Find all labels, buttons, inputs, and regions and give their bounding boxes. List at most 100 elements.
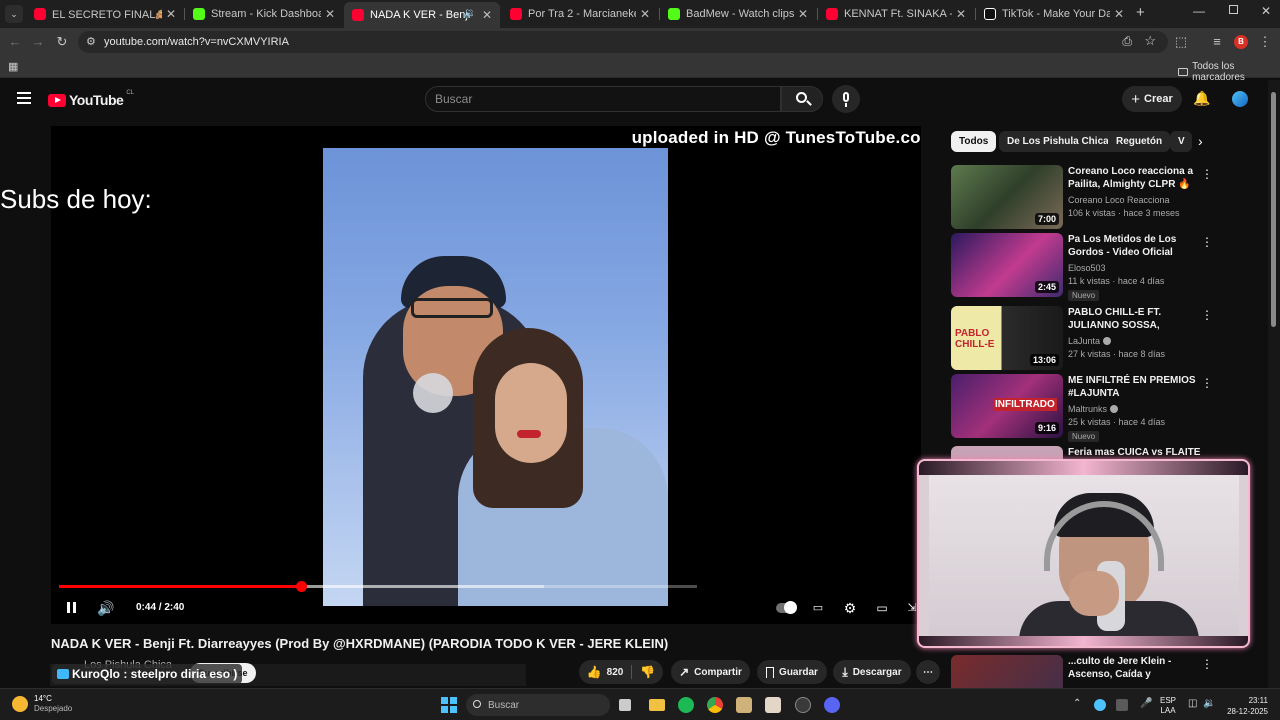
spotify-icon[interactable]: [678, 697, 694, 713]
video-player[interactable]: uploaded in HD @ TunesToTube.com 🔊 0:44 …: [51, 126, 921, 624]
task-view-icon[interactable]: [619, 699, 631, 711]
browser-tab[interactable]: KENNAT Ft. SINAKA - KE KE (Vi ✕: [818, 3, 974, 25]
recommendation-item[interactable]: PABLO CHILL-E 13:06 PABLO CHILL-E FT. JU…: [951, 306, 1213, 370]
site-info-icon[interactable]: ⚙: [86, 35, 96, 48]
video-thumbnail[interactable]: INFILTRADO 9:16: [951, 374, 1063, 438]
profile-avatar[interactable]: B: [1234, 35, 1248, 49]
tray-app-icon[interactable]: [1116, 699, 1128, 711]
more-actions-button[interactable]: ⋯: [916, 660, 940, 684]
scrollbar-thumb[interactable]: [1271, 92, 1276, 327]
browser-tab[interactable]: EL SECRETO FINAL🙈 Capítulo ✕: [26, 3, 184, 25]
settings-gear-icon[interactable]: ⚙: [841, 599, 859, 617]
recommendation-item[interactable]: Feria mas CUICA vs FLAITE CL: [951, 446, 1213, 460]
install-app-icon[interactable]: ⎙: [1122, 34, 1132, 49]
language-indicator[interactable]: ESP LAA: [1158, 696, 1178, 716]
autoplay-toggle[interactable]: [776, 601, 797, 614]
account-avatar[interactable]: [1232, 91, 1248, 107]
close-window-icon[interactable]: ✕: [1261, 4, 1271, 18]
page-scrollbar[interactable]: [1268, 80, 1280, 688]
recommendation-item[interactable]: 7:00 Coreano Loco reacciona a Pailita, A…: [951, 165, 1213, 229]
close-icon[interactable]: ✕: [482, 8, 492, 22]
app-icon[interactable]: [736, 697, 752, 713]
search-button[interactable]: [781, 86, 823, 112]
progress-bar[interactable]: [59, 581, 697, 592]
video-thumbnail[interactable]: 7:00: [951, 165, 1063, 229]
tray-app-icon[interactable]: [1094, 699, 1106, 711]
recommendation-item[interactable]: 2:45 Pa Los Metidos de Los Gordos - Vide…: [951, 233, 1213, 301]
back-icon[interactable]: ←: [6, 33, 24, 51]
new-tab-button[interactable]: +: [1136, 4, 1145, 21]
close-icon[interactable]: ✕: [1114, 7, 1124, 21]
app-icon[interactable]: [795, 697, 811, 713]
close-icon[interactable]: ✕: [798, 7, 808, 21]
network-icon[interactable]: ◫: [1188, 698, 1197, 709]
close-icon[interactable]: ✕: [640, 7, 650, 21]
video-thumbnail[interactable]: [951, 446, 1063, 460]
minimize-icon[interactable]: —: [1193, 4, 1205, 18]
windows-start-icon[interactable]: [441, 697, 457, 713]
more-vertical-icon[interactable]: ⋮: [1201, 167, 1213, 181]
close-icon[interactable]: ✕: [325, 7, 335, 21]
extensions-icon[interactable]: ⬚: [1172, 33, 1190, 51]
tray-overflow-icon[interactable]: ⌃: [1073, 698, 1081, 709]
close-icon[interactable]: ✕: [166, 7, 176, 21]
duration-badge: 13:06: [1029, 354, 1059, 366]
voice-search-button[interactable]: [832, 85, 860, 113]
weather-widget[interactable]: 14°C Despejado: [12, 694, 72, 714]
more-vertical-icon[interactable]: ⋮: [1201, 235, 1213, 249]
chip-todos[interactable]: Todos: [951, 131, 997, 152]
volume-icon[interactable]: 🔊: [97, 599, 115, 617]
recommendation-item[interactable]: INFILTRADO 9:16 ME INFILTRÉ EN PREMIOS #…: [951, 374, 1213, 442]
volume-icon[interactable]: 🔉: [1203, 698, 1215, 709]
address-bar[interactable]: ⚙ youtube.com/watch?v=nvCXMVYIRIA ⎙ ☆: [78, 31, 1168, 53]
subtitles-icon[interactable]: ▭: [809, 599, 827, 617]
video-thumbnail[interactable]: 2:45: [951, 233, 1063, 297]
apps-grid-icon[interactable]: ▦: [8, 60, 18, 73]
reload-icon[interactable]: ↻: [53, 33, 71, 51]
chip-channel[interactable]: De Los Pishula Chica: [999, 131, 1117, 152]
browser-tab[interactable]: TikTok - Make Your Day ✕: [976, 3, 1132, 25]
more-vertical-icon[interactable]: ⋮: [1201, 376, 1213, 390]
discord-icon[interactable]: [824, 697, 840, 713]
chrome-icon[interactable]: [707, 697, 723, 713]
notifications-bell-icon[interactable]: 🔔: [1193, 90, 1210, 107]
taskbar-search-input[interactable]: Buscar: [466, 694, 610, 716]
pause-icon[interactable]: [63, 599, 81, 617]
forward-icon[interactable]: →: [29, 33, 47, 51]
video-thumbnail[interactable]: [951, 655, 1063, 688]
share-button[interactable]: ↗ Compartir: [671, 660, 750, 684]
download-button[interactable]: ⤓ Descargar: [833, 660, 911, 684]
chevron-right-icon[interactable]: ›: [1198, 133, 1203, 149]
like-button[interactable]: 👍 820: [587, 665, 624, 679]
browser-tab[interactable]: Por Tra 2 - Marcianeke, SexyQ ✕: [502, 3, 658, 25]
browser-menu-icon[interactable]: ⋮: [1256, 33, 1274, 51]
tab-search-button[interactable]: ⌄: [5, 5, 23, 23]
plus-icon: +: [1131, 90, 1140, 108]
tray-mic-icon[interactable]: 🎤: [1140, 698, 1152, 709]
chip-regueton[interactable]: Reguetón: [1108, 131, 1171, 152]
speaker-icon[interactable]: 🔉: [464, 8, 476, 19]
browser-tab-active[interactable]: NADA K VER - Benji Ft. Dia 🔉 ✕: [344, 2, 500, 28]
recommendation-item[interactable]: ...culto de Jere Klein - Ascenso, Caída …: [951, 655, 1213, 688]
close-icon[interactable]: ✕: [956, 7, 966, 21]
hamburger-menu-icon[interactable]: [17, 92, 31, 104]
bookmark-star-icon[interactable]: ☆: [1144, 33, 1156, 49]
browser-tab[interactable]: BadMew - Watch clips on Kick ✕: [660, 3, 816, 25]
more-vertical-icon[interactable]: ⋮: [1201, 657, 1213, 671]
file-explorer-icon[interactable]: [649, 699, 665, 711]
create-button[interactable]: + Crear: [1122, 86, 1182, 112]
chip-more[interactable]: V: [1170, 131, 1192, 152]
browser-tab[interactable]: Stream - Kick Dashboard ✕: [185, 3, 343, 25]
search-input[interactable]: Buscar: [425, 86, 781, 112]
more-vertical-icon[interactable]: ⋮: [1201, 308, 1213, 322]
miniplayer-icon[interactable]: ▭: [873, 599, 891, 617]
thumbs-down-icon[interactable]: 👎: [640, 665, 655, 679]
save-button[interactable]: Guardar: [757, 660, 827, 684]
reading-list-icon[interactable]: ≡: [1208, 33, 1226, 51]
restore-icon[interactable]: [1229, 5, 1238, 14]
scrubber-handle[interactable]: [296, 581, 308, 592]
clock[interactable]: 23:11 28-12-2025: [1222, 695, 1268, 717]
youtube-logo[interactable]: YouTube CL: [48, 90, 134, 108]
video-thumbnail[interactable]: PABLO CHILL-E 13:06: [951, 306, 1063, 370]
app-icon[interactable]: [765, 697, 781, 713]
